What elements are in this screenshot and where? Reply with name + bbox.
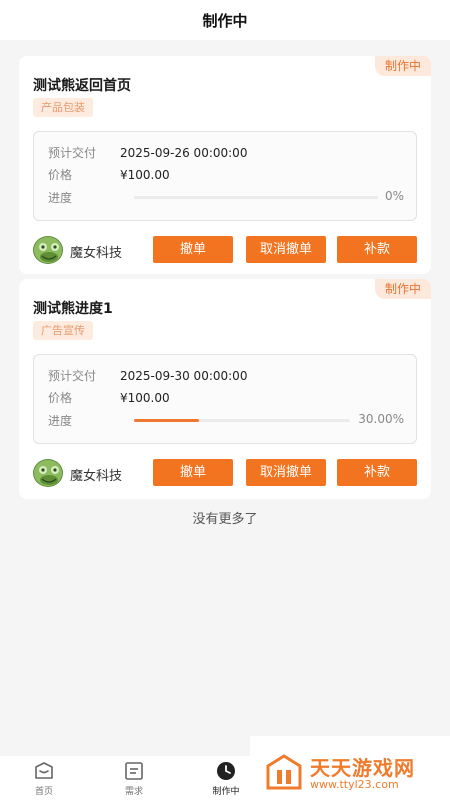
page-title: 制作中 (202, 11, 248, 30)
progress-bar-fill (134, 419, 199, 422)
watermark-logo-icon (266, 754, 302, 790)
delivery-row: 预计交付 2025-09-30 00:00:00 (48, 367, 247, 384)
company-avatar (33, 236, 63, 264)
category-tag: 产品包装 (33, 98, 93, 117)
withdraw-button[interactable]: 撤单 (153, 236, 233, 263)
status-badge: 制作中 (374, 56, 431, 76)
list-icon (125, 762, 143, 780)
watermark: 天天游戏网 www.ttyl23.com (250, 736, 450, 800)
clock-icon (217, 762, 235, 780)
order-card[interactable]: 制作中 测试熊进度1 广告宣传 预计交付 2025-09-30 00:00:00 … (19, 279, 431, 499)
cancel-withdraw-button[interactable]: 取消撤单 (246, 236, 326, 263)
status-badge: 制作中 (374, 279, 431, 299)
progress-bar (134, 196, 378, 199)
progress-percent: 0% (384, 189, 404, 203)
price-value: ¥100.00 (120, 391, 170, 405)
delivery-row: 预计交付 2025-09-26 00:00:00 (48, 144, 247, 161)
watermark-url: www.ttyl23.com (310, 778, 399, 791)
tab-demand-label: 需求 (124, 787, 143, 797)
progress-percent: 30.00% (358, 412, 404, 426)
watermark-name: 天天游戏网 (310, 756, 415, 780)
progress-row: 进度 30.00% (48, 412, 404, 429)
order-actions: 魔女科技 撤单 取消撤单 补款 (33, 236, 417, 264)
progress-row: 进度 0% (48, 189, 404, 206)
tab-in-production[interactable]: 制作中 (196, 756, 256, 800)
supplement-payment-button[interactable]: 补款 (337, 459, 417, 486)
tab-home[interactable]: 首页 (14, 756, 74, 800)
delivery-label: 预计交付 (48, 146, 97, 160)
progress-bar (134, 419, 350, 422)
delivery-value: 2025-09-30 00:00:00 (120, 369, 248, 383)
company-avatar (33, 459, 63, 487)
category-tag: 广告宣传 (33, 321, 93, 340)
home-icon (35, 762, 53, 779)
price-label: 价格 (48, 391, 73, 405)
cancel-withdraw-button[interactable]: 取消撤单 (246, 459, 326, 486)
price-row: 价格 ¥100.00 (48, 389, 170, 406)
top-bar: 制作中 (0, 0, 450, 40)
withdraw-button[interactable]: 撤单 (153, 459, 233, 486)
delivery-label: 预计交付 (48, 369, 97, 383)
order-title: 测试熊返回首页 (33, 78, 131, 94)
order-title: 测试熊进度1 (33, 301, 113, 317)
order-info-box: 预计交付 2025-09-26 00:00:00 价格 ¥100.00 进度 0% (33, 131, 417, 221)
price-value: ¥100.00 (120, 168, 170, 182)
progress-label: 进度 (48, 191, 73, 205)
order-actions: 魔女科技 撤单 取消撤单 补款 (33, 459, 417, 487)
progress-label: 进度 (48, 414, 73, 428)
price-row: 价格 ¥100.00 (48, 166, 170, 183)
supplement-payment-button[interactable]: 补款 (337, 236, 417, 263)
company-name: 魔女科技 (70, 469, 123, 484)
order-info-box: 预计交付 2025-09-30 00:00:00 价格 ¥100.00 进度 30.… (33, 354, 417, 444)
tab-in-production-label: 制作中 (212, 787, 240, 797)
tab-demand[interactable]: 需求 (104, 756, 164, 800)
price-label: 价格 (48, 168, 73, 182)
company-name: 魔女科技 (70, 246, 123, 261)
delivery-value: 2025-09-26 00:00:00 (120, 146, 248, 160)
no-more-text: 没有更多了 (192, 512, 258, 527)
order-card[interactable]: 制作中 测试熊返回首页 产品包装 预计交付 2025-09-26 00:00:00… (19, 56, 431, 274)
tab-home-label: 首页 (34, 787, 53, 797)
